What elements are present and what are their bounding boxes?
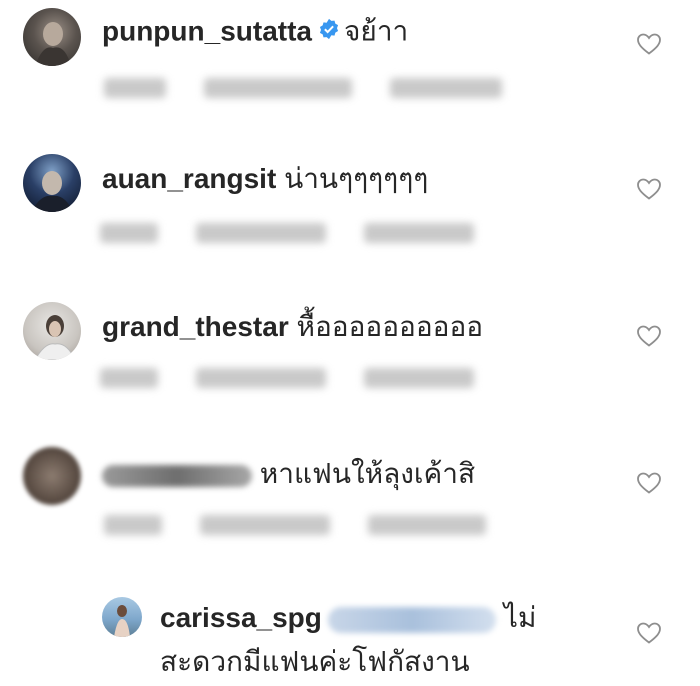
- comment-meta-obscured: [104, 78, 502, 98]
- comment-text: หื้ออออออออออ: [296, 311, 484, 342]
- reply-username[interactable]: carissa_spg: [160, 602, 322, 633]
- comment-username[interactable]: punpun_sutatta: [102, 15, 312, 46]
- comment-meta-obscured: [100, 368, 474, 388]
- heart-outline-icon[interactable]: [636, 324, 662, 348]
- comment-text: น่านๆๆๆๆๆๆ: [284, 163, 429, 194]
- avatar[interactable]: [23, 154, 81, 212]
- comment-username[interactable]: auan_rangsit: [102, 163, 276, 194]
- heart-outline-icon[interactable]: [636, 621, 662, 645]
- comment-line: หาแฟนให้ลุงเค้าสิ: [102, 457, 475, 491]
- avatar[interactable]: [23, 447, 81, 505]
- comment-text: จย้าา: [344, 15, 409, 47]
- comment-text: หาแฟนให้ลุงเค้าสิ: [259, 458, 476, 489]
- avatar[interactable]: [23, 8, 81, 66]
- reply-text-line-1: ไม่: [503, 602, 537, 633]
- comment-username[interactable]: grand_thestar: [102, 311, 289, 342]
- reply-line-1: carissa_spg ไม่: [160, 601, 536, 635]
- avatar[interactable]: [23, 302, 81, 360]
- reply-mention-obscured[interactable]: [327, 606, 496, 633]
- comment-meta-obscured: [104, 515, 486, 535]
- comment-username-obscured[interactable]: [102, 464, 252, 487]
- reply-line-2: สะดวกมีแฟนค่ะโฟกัสงาน: [160, 645, 470, 679]
- comment-meta-obscured: [100, 223, 474, 243]
- comment-item: auan_rangsit น่านๆๆๆๆๆๆ: [0, 145, 700, 290]
- heart-outline-icon[interactable]: [636, 32, 662, 56]
- avatar[interactable]: [102, 597, 142, 637]
- comment-line: auan_rangsit น่านๆๆๆๆๆๆ: [102, 162, 428, 196]
- reply-item: carissa_spg ไม่ สะดวกมีแฟนค่ะโฟกัสงาน: [0, 585, 700, 686]
- verified-badge-icon: [318, 14, 340, 48]
- heart-outline-icon[interactable]: [636, 471, 662, 495]
- comment-line: punpun_sutatta จย้าา: [102, 14, 408, 52]
- comment-item: หาแฟนให้ลุงเค้าสิ: [0, 435, 700, 585]
- reply-text-line-2: สะดวกมีแฟนค่ะโฟกัสงาน: [160, 646, 470, 677]
- comment-line: grand_thestar หื้ออออออออออ: [102, 310, 483, 344]
- heart-outline-icon[interactable]: [636, 177, 662, 201]
- comment-item: grand_thestar หื้ออออออออออ: [0, 290, 700, 435]
- comment-item: punpun_sutatta จย้าา: [0, 0, 700, 140]
